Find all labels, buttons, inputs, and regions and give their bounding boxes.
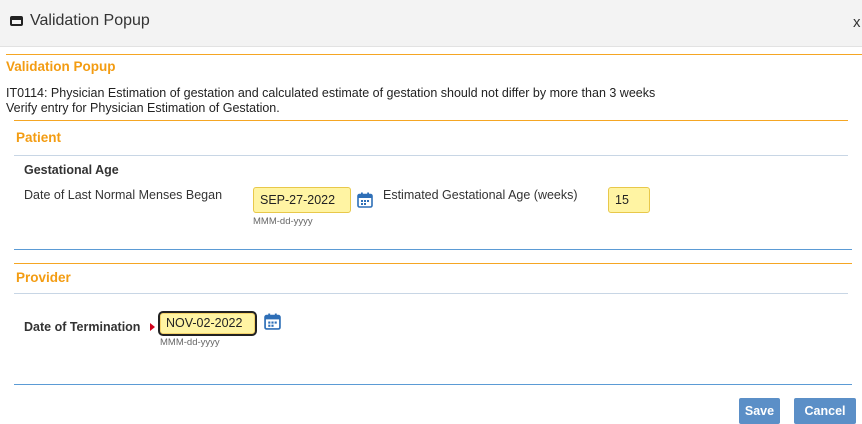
gestational-age-heading: Gestational Age [24,163,119,177]
window-title: Validation Popup [30,12,150,29]
lmp-label: Date of Last Normal Menses Began [24,188,223,202]
lmp-date-input[interactable]: SEP-27-2022 [253,187,351,213]
close-button[interactable]: x [853,14,861,31]
patient-header-divider [14,155,848,156]
patient-bottom-divider [14,249,852,250]
popup-top-divider [6,54,862,55]
validation-message-line2: Verify entry for Physician Estimation of… [6,101,280,115]
ega-weeks-input[interactable]: 15 [608,187,650,213]
termination-format-hint: MMM-dd-yyyy [160,337,220,348]
provider-top-divider [14,263,852,264]
provider-bottom-divider [14,384,852,385]
lmp-format-hint: MMM-dd-yyyy [253,216,313,227]
ega-label: Estimated Gestational Age (weeks) [383,188,578,202]
validation-message-line1: IT0114: Physician Estimation of gestatio… [6,86,656,100]
provider-section-header: Provider [16,270,71,285]
cancel-button[interactable]: Cancel [794,398,856,424]
save-button[interactable]: Save [739,398,780,424]
termination-label: Date of Termination [24,320,141,334]
window-icon [10,16,23,26]
lmp-calendar-icon[interactable] [357,192,373,208]
patient-top-divider [14,120,848,121]
popup-header: Validation Popup [6,59,116,74]
termination-calendar-icon[interactable] [264,313,281,330]
patient-section-header: Patient [16,130,62,145]
termination-date-input[interactable]: NOV-02-2022 [158,311,257,336]
provider-header-divider [14,293,848,294]
required-indicator-icon [150,323,155,331]
title-bar: Validation Popup x [0,0,862,47]
